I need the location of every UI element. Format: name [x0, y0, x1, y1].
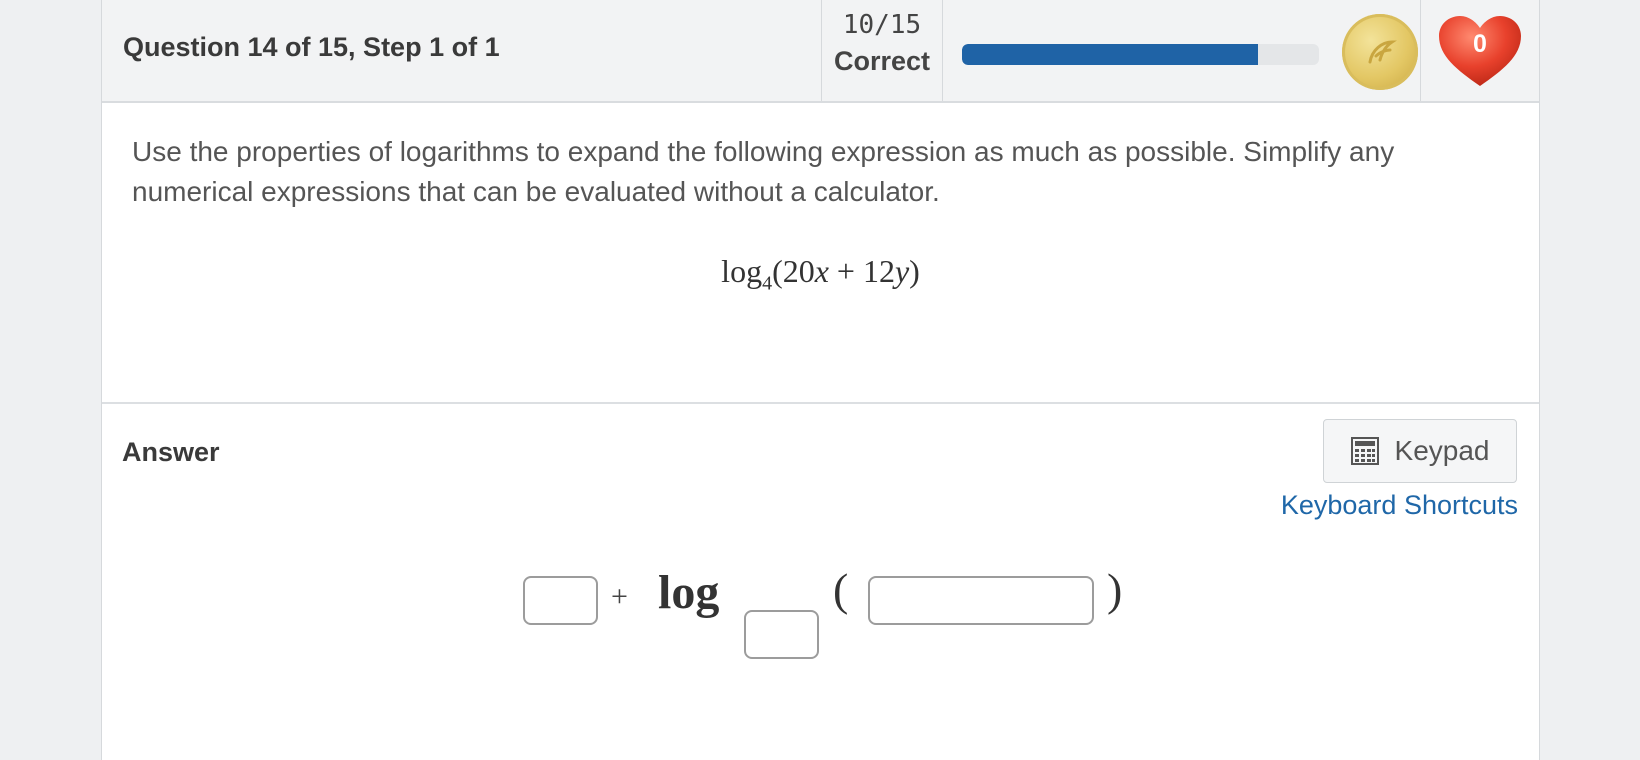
- expression-arg-2: + 12: [828, 253, 895, 289]
- open-paren: (: [833, 564, 849, 615]
- close-paren: ): [1107, 564, 1123, 615]
- question-instructions: Use the properties of logarithms to expa…: [132, 136, 1395, 207]
- question-panel: Question 14 of 15, Step 1 of 1 10/15 Cor…: [101, 0, 1540, 760]
- hearts-display: 0: [1420, 0, 1540, 101]
- plus-sign: +: [611, 580, 628, 613]
- expression-base: 4: [762, 272, 773, 295]
- calculator-icon: [1350, 437, 1379, 465]
- coin-icon: [1342, 14, 1418, 90]
- math-expression: log4(20x + 12y): [102, 253, 1539, 295]
- score-display: 10/15 Correct: [821, 0, 943, 101]
- expression-var-y: y: [894, 253, 910, 289]
- keypad-button[interactable]: Keypad: [1323, 419, 1517, 483]
- progress-fill: [962, 44, 1259, 65]
- answer-label: Answer: [122, 437, 220, 467]
- keyboard-shortcuts-link[interactable]: Keyboard Shortcuts: [1262, 490, 1518, 521]
- log-label: log: [658, 566, 720, 619]
- answer-input-base[interactable]: [744, 610, 819, 659]
- score-count: 10/15: [842, 10, 922, 40]
- score-label: Correct: [833, 46, 931, 76]
- answer-input-coefficient[interactable]: [523, 576, 598, 625]
- progress-bar: [962, 44, 1319, 65]
- expression-func: log: [721, 253, 763, 289]
- keypad-label: Keypad: [1394, 435, 1490, 466]
- expression-arg-3: ): [909, 253, 920, 289]
- expression-arg-1: (20: [772, 253, 815, 289]
- question-header: Question 14 of 15, Step 1 of 1 10/15 Cor…: [102, 0, 1539, 103]
- answer-input-argument[interactable]: [868, 576, 1094, 625]
- expression-var-x: x: [814, 253, 829, 289]
- question-title: Question 14 of 15, Step 1 of 1: [123, 32, 500, 62]
- hearts-count: 0: [1473, 30, 1487, 58]
- section-divider: [102, 402, 1539, 404]
